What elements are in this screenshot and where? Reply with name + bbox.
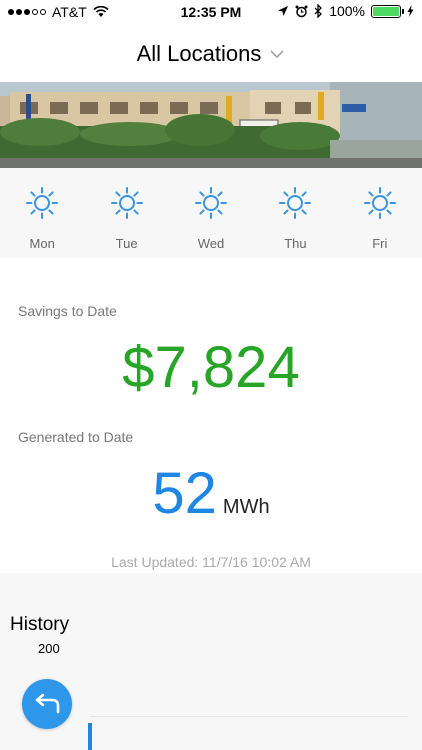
back-button[interactable] xyxy=(22,679,72,729)
savings-value: $7,824 xyxy=(122,335,300,400)
history-section: History 200 xyxy=(0,573,422,750)
return-arrow-icon xyxy=(35,693,60,714)
savings-label: Savings to Date xyxy=(18,303,117,319)
alarm-icon xyxy=(295,5,308,17)
chevron-down-icon xyxy=(270,50,284,59)
forecast-day-tue: Tue xyxy=(84,168,168,258)
forecast-day-label: Tue xyxy=(115,236,138,251)
location-photo xyxy=(0,82,422,168)
sun-icon xyxy=(26,187,59,219)
forecast-day-thu: Thu xyxy=(253,168,337,258)
charging-bolt-icon xyxy=(407,5,414,17)
forecast-day-label: Wed xyxy=(197,236,225,251)
last-updated-text: Last Updated: 11/7/16 10:02 AM xyxy=(111,554,311,570)
generated-label: Generated to Date xyxy=(18,429,134,445)
location-title: All Locations xyxy=(136,41,262,66)
generated-row: 52 MWh xyxy=(0,460,422,527)
history-title: History xyxy=(10,614,70,635)
location-selector[interactable]: All Locations xyxy=(0,38,422,70)
forecast-day-fri: Fri xyxy=(338,168,422,258)
forecast-day-mon: Mon xyxy=(0,168,84,258)
sun-icon xyxy=(195,187,228,219)
sun-icon xyxy=(110,187,143,219)
battery-icon xyxy=(371,4,404,18)
sun-icon xyxy=(363,187,396,219)
status-right: 100% xyxy=(277,3,414,19)
weather-forecast: Mon Tue Wed Thu Fri xyxy=(0,168,422,258)
history-bar xyxy=(88,723,92,750)
generated-unit: MWh xyxy=(222,496,270,518)
battery-level xyxy=(373,6,399,16)
bluetooth-icon xyxy=(314,4,323,18)
history-axis-tick: 200 xyxy=(38,641,60,656)
forecast-day-wed: Wed xyxy=(169,168,253,258)
sun-icon xyxy=(279,187,312,219)
generated-value: 52 xyxy=(152,461,217,526)
forecast-day-label: Fri xyxy=(372,236,388,251)
forecast-day-label: Mon xyxy=(29,236,55,251)
battery-percent: 100% xyxy=(329,3,365,19)
history-gridline xyxy=(90,716,408,717)
forecast-day-label: Thu xyxy=(284,236,307,251)
status-bar: AT&T 12:35 PM 100% xyxy=(0,0,422,24)
location-arrow-icon xyxy=(278,6,289,16)
